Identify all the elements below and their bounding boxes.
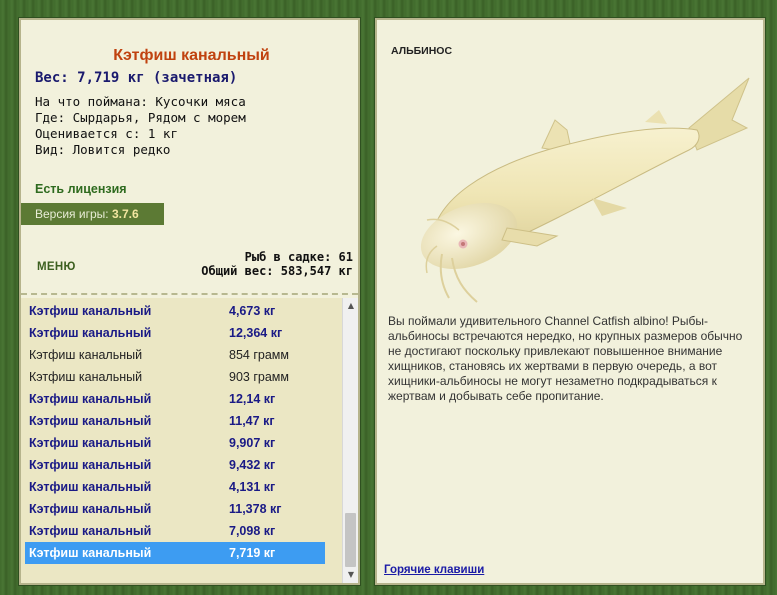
catch-name: Кэтфиш канальный [29, 458, 152, 472]
license-status: Есть лицензия [35, 182, 127, 196]
catch-list-scrollbar[interactable]: ▲ ▼ [342, 298, 358, 583]
fish-info-panel: Кэтфиш канальный Вес: 7,719 кг (зачетная… [18, 17, 361, 586]
keepnet-count: Рыб в садке: 61 [244, 250, 353, 264]
catch-row[interactable]: Кэтфиш канальный 854 грамм [25, 344, 325, 366]
catch-weight: 7,719 кг [229, 546, 276, 560]
version-bar: Версия игры: 3.7.6 [21, 203, 164, 225]
catch-name: Кэтфиш канальный [29, 348, 143, 362]
menu-button[interactable]: МЕНЮ [37, 261, 76, 273]
fish-location: Где: Сырдарья, Рядом с морем [35, 110, 246, 125]
catch-row[interactable]: Кэтфиш канальный 4,673 кг [25, 300, 325, 322]
keepnet-total-weight: Общий вес: 583,547 кг [201, 264, 353, 278]
catch-weight: 11,378 кг [229, 502, 282, 516]
catch-list[interactable]: Кэтфиш канальный 4,673 кг Кэтфиш канальный… [21, 298, 342, 583]
triangle-down-icon[interactable]: ▼ [343, 567, 359, 583]
catch-weight: 4,131 кг [229, 480, 276, 494]
keepnet-summary: Рыб в садке: 61 Общий вес: 583,547 кг [201, 250, 353, 278]
catch-name: Кэтфиш канальный [29, 546, 152, 560]
catch-name: Кэтфиш канальный [29, 392, 152, 406]
fish-description: Вы поймали удивительного Channel Catfish… [388, 314, 743, 403]
catch-row[interactable]: Кэтфиш канальный 9,907 кг [25, 432, 325, 454]
catch-weight: 903 грамм [229, 370, 289, 384]
fish-picture-panel: АЛЬБИНОС Вы поймали удивительного Channe… [374, 17, 766, 586]
catch-weight: 9,907 кг [229, 436, 276, 450]
catch-name: Кэтфиш канальный [29, 436, 152, 450]
divider [21, 293, 358, 295]
catch-name: Кэтфиш канальный [29, 370, 143, 384]
catch-row[interactable]: Кэтфиш канальный 7,098 кг [25, 520, 325, 542]
catch-weight: 12,364 кг [229, 326, 283, 340]
catch-name: Кэтфиш канальный [29, 326, 152, 340]
fish-weight: Вес: 7,719 кг (зачетная) [35, 70, 238, 86]
catch-row[interactable]: Кэтфиш канальный 11,378 кг [25, 498, 325, 520]
catch-row[interactable]: Кэтфиш канальный 4,131 кг [25, 476, 325, 498]
catch-weight: 12,14 кг [229, 392, 276, 406]
catch-weight: 854 грамм [229, 348, 289, 362]
catch-name: Кэтфиш канальный [29, 414, 152, 428]
albino-label: АЛЬБИНОС [391, 45, 453, 57]
albino-catfish-illustration [420, 77, 750, 303]
version-label: Версия игры: [35, 207, 112, 221]
catch-row[interactable]: Кэтфиш канальный 903 грамм [25, 366, 325, 388]
fish-bait: На что поймана: Кусочки мяса [35, 94, 246, 109]
fish-title: Кэтфиш канальный [113, 47, 270, 64]
catch-name: Кэтфиш канальный [29, 502, 152, 516]
catch-weight: 4,673 кг [229, 304, 276, 318]
catch-name: Кэтфиш канальный [29, 524, 152, 538]
triangle-up-icon[interactable]: ▲ [343, 298, 359, 314]
fish-rarity: Вид: Ловится редко [35, 142, 171, 157]
catch-row-selected[interactable]: Кэтфиш канальный 7,719 кг [25, 542, 325, 564]
fish-details: На что поймана: Кусочки мяса Где: Сырдар… [35, 94, 246, 158]
catch-weight: 9,432 кг [229, 458, 276, 472]
catch-row[interactable]: Кэтфиш канальный 12,364 кг [25, 322, 325, 344]
hotkeys-link[interactable]: Горячие клавиши [384, 564, 484, 576]
catch-row[interactable]: Кэтфиш канальный 11,47 кг [25, 410, 325, 432]
catch-weight: 7,098 кг [229, 524, 276, 538]
version-value: 3.7.6 [111, 207, 139, 221]
catch-row[interactable]: Кэтфиш канальный 9,432 кг [25, 454, 325, 476]
fish-rated-from: Оценивается с: 1 кг [35, 126, 178, 141]
catch-name: Кэтфиш канальный [29, 480, 152, 494]
catch-name: Кэтфиш канальный [29, 304, 152, 318]
catch-weight: 11,47 кг [229, 414, 275, 428]
scroll-thumb[interactable] [345, 513, 356, 567]
catch-row[interactable]: Кэтфиш канальный 12,14 кг [25, 388, 325, 410]
